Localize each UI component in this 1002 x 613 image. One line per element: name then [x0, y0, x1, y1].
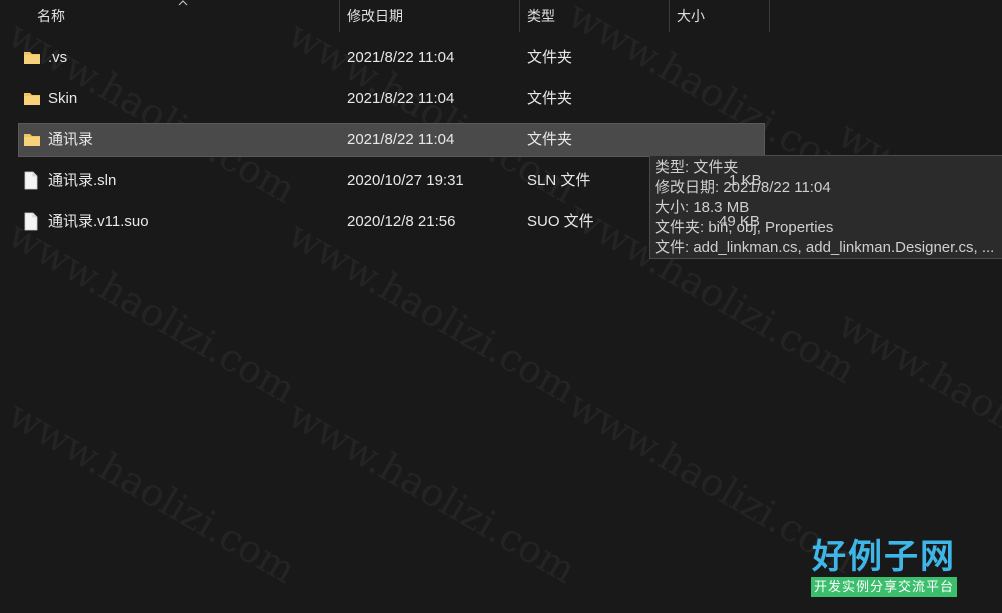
watermark-text: www.haolizi.com: [0, 391, 304, 593]
folder-icon: [23, 131, 41, 147]
file-name: 通讯录.sln: [48, 172, 117, 189]
tooltip-size: 大小: 18.3 MB: [655, 199, 750, 216]
folder-info-tooltip: 类型: 文件夹 修改日期: 2021/8/22 11:04 大小: 18.3 M…: [649, 155, 1002, 259]
brand-subtitle: 开发实例分享交流平台: [810, 577, 957, 597]
file-row[interactable]: .vs 2021/8/22 11:04 文件夹: [18, 41, 765, 75]
tooltip-files: 文件: add_linkman.cs, add_linkman.Designer…: [655, 239, 995, 256]
tooltip-modified: 修改日期: 2021/8/22 11:04: [655, 179, 831, 196]
file-icon: [23, 171, 41, 190]
watermark-text: www.haolizi.com: [280, 391, 584, 593]
file-type: SLN 文件: [527, 172, 591, 189]
file-modified-date: 2020/12/8 21:56: [347, 213, 456, 230]
column-header: 名称 修改日期 类型 大小: [0, 0, 1002, 32]
file-row-selected[interactable]: 通讯录 2021/8/22 11:04 文件夹: [18, 123, 765, 157]
watermark-text: www.haolizi.com: [830, 301, 1002, 503]
column-header-date[interactable]: 修改日期: [339, 0, 519, 32]
tooltip-type: 类型: 文件夹: [655, 159, 739, 176]
file-type: SUO 文件: [527, 213, 594, 230]
file-name: Skin: [48, 90, 78, 107]
column-header-size[interactable]: 大小: [669, 0, 769, 32]
folder-icon: [23, 49, 41, 65]
folder-icon: [23, 90, 41, 106]
brand-logo: 好例子网 开发实例分享交流平台: [800, 537, 968, 597]
file-name: .vs: [48, 49, 68, 66]
column-header-type[interactable]: 类型: [519, 0, 669, 32]
file-type: 文件夹: [527, 131, 573, 148]
file-size: 1 KB: [729, 172, 762, 189]
file-explorer-details-view: www.haolizi.com www.haolizi.com www.haol…: [0, 0, 1002, 613]
tooltip-folders: 文件夹: bin, obj, Properties: [655, 219, 834, 236]
watermark-text: www.haolizi.com: [0, 211, 304, 413]
file-modified-date: 2021/8/22 11:04: [347, 90, 455, 107]
file-row[interactable]: Skin 2021/8/22 11:04 文件夹: [18, 82, 765, 116]
column-divider[interactable]: [769, 0, 770, 32]
file-name: 通讯录: [48, 131, 94, 148]
brand-title: 好例子网: [812, 537, 956, 577]
file-name: 通讯录.v11.suo: [48, 213, 149, 230]
file-size: 49 KB: [719, 213, 760, 230]
file-type: 文件夹: [527, 90, 573, 107]
sort-ascending-icon: [178, 0, 188, 6]
file-icon: [23, 212, 41, 231]
file-modified-date: 2021/8/22 11:04: [347, 131, 455, 148]
file-modified-date: 2021/8/22 11:04: [347, 49, 455, 66]
file-modified-date: 2020/10/27 19:31: [347, 172, 464, 189]
file-type: 文件夹: [527, 49, 573, 66]
watermark-text: www.haolizi.com: [280, 211, 584, 413]
